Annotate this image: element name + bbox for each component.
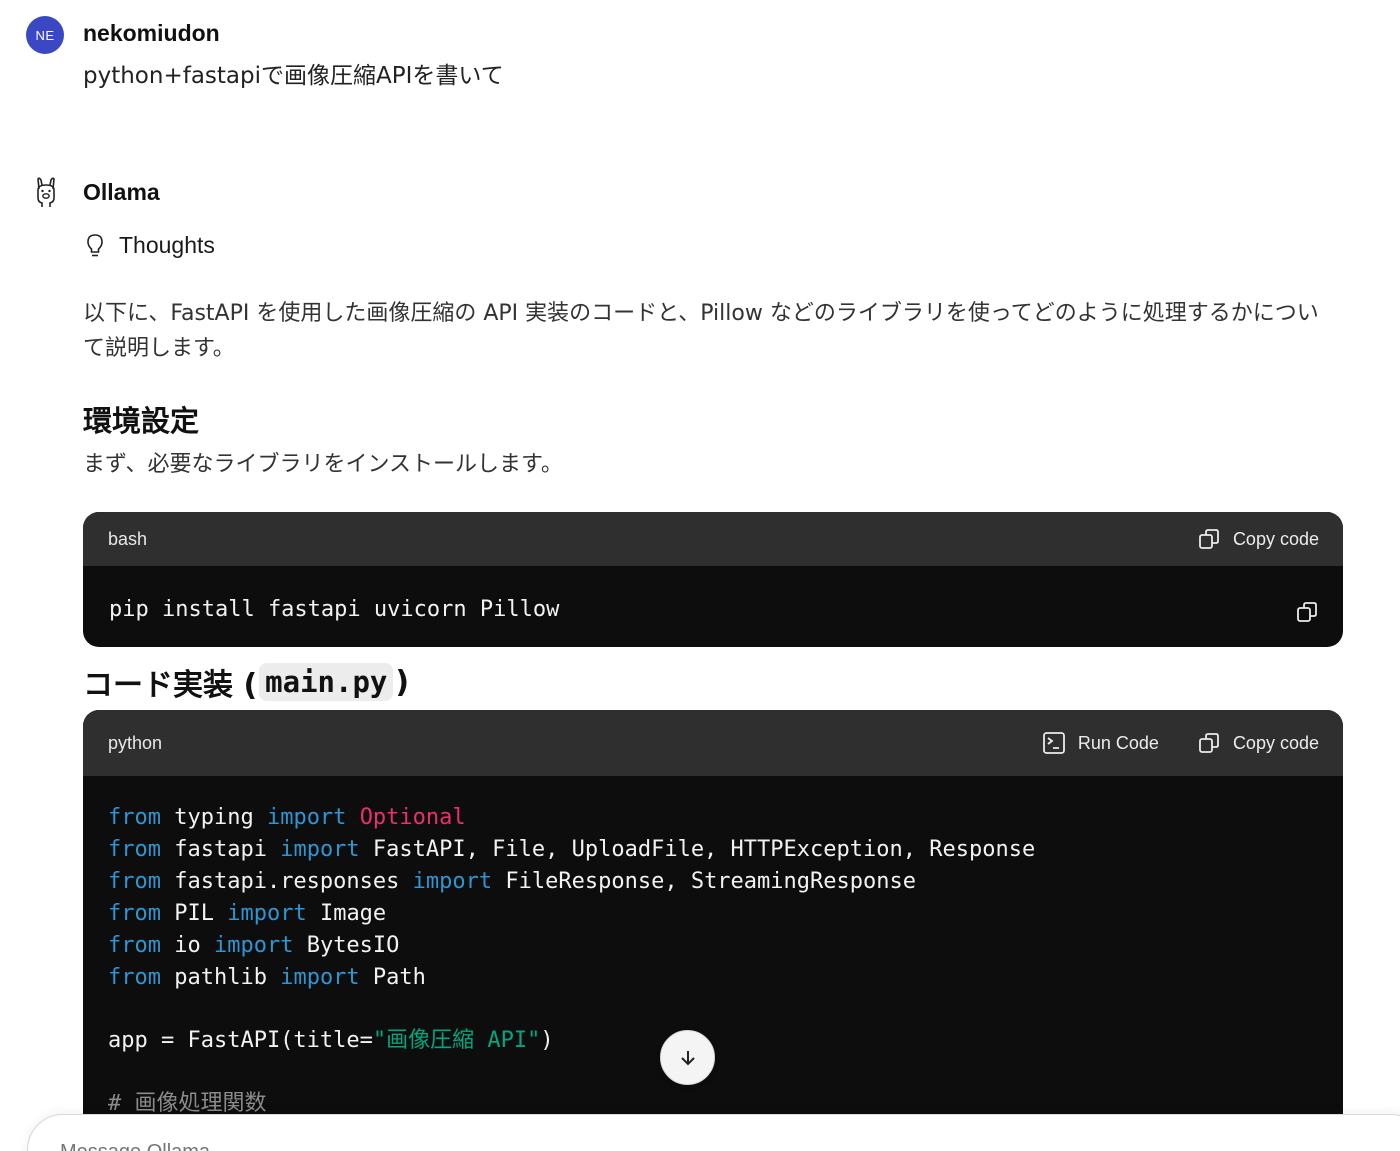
code-header: bash Copy code: [83, 512, 1343, 566]
code-heading-close: ): [395, 664, 410, 700]
message-input[interactable]: [60, 1141, 760, 1151]
copy-icon: [1199, 529, 1219, 549]
lightbulb-icon: [87, 233, 103, 256]
thoughts-label: Thoughts: [119, 232, 215, 258]
code-token: Image: [306, 901, 387, 926]
assistant-name: Ollama: [83, 179, 160, 205]
run-code-button[interactable]: Run Code: [1042, 731, 1159, 755]
thoughts-toggle[interactable]: Thoughts: [85, 232, 215, 259]
code-token: ): [540, 1028, 554, 1053]
code-line: app = FastAPI(title="画像圧縮 API"): [108, 1025, 1343, 1057]
code-class-name: Optional: [359, 805, 466, 830]
code-keyword: import: [412, 869, 493, 894]
code-token: fastapi: [160, 837, 281, 862]
code-line: from PIL import Image: [108, 898, 1343, 930]
code-header: python Run Code Copy code: [83, 710, 1343, 776]
code-line: pip install fastapi uvicorn Pillow: [109, 597, 560, 622]
copy-code-label: Copy code: [1232, 528, 1319, 549]
code-line: from pathlib import Path: [108, 962, 1343, 994]
bash-code-block: bash Copy code pip install fastapi uvico…: [83, 512, 1343, 647]
code-actions: Run Code Copy code: [1042, 731, 1319, 755]
copy-code-button[interactable]: Copy code: [1197, 527, 1319, 551]
code-keyword: from: [108, 869, 161, 894]
code-keyword: import: [227, 901, 307, 926]
user-message: python+fastapiで画像圧縮APIを書いて: [83, 63, 504, 89]
code-token: BytesIO: [293, 933, 400, 958]
code-language: python: [108, 732, 163, 753]
copy-icon: [1199, 733, 1219, 753]
code-keyword: import: [280, 965, 360, 990]
inline-code-filename: main.py: [259, 663, 394, 701]
code-line: from fastapi.responses import FileRespon…: [108, 866, 1343, 898]
code-keyword: from: [108, 933, 161, 958]
code-token: io: [160, 933, 214, 958]
message-composer: [27, 1114, 1400, 1151]
code-token: FileResponse, StreamingResponse: [492, 869, 916, 894]
code-keyword: from: [108, 805, 161, 830]
arrow-down-icon: [680, 1050, 695, 1065]
scroll-to-bottom-button[interactable]: [660, 1030, 715, 1085]
code-string: "画像圧縮 API": [372, 1028, 541, 1053]
code-token: pathlib: [160, 965, 281, 990]
code-token: PIL: [160, 901, 228, 926]
code-language: bash: [108, 528, 148, 549]
code-token: fastapi.responses: [160, 869, 413, 894]
code-line: from typing import Optional: [108, 802, 1343, 834]
code-heading: コード実装 ( main.py ): [83, 660, 409, 704]
intro-paragraph: 以下に、FastAPI を使用した画像圧縮の API 実装のコードと、Pillo…: [83, 301, 1319, 361]
user-avatar: NE: [26, 16, 64, 54]
env-paragraph: まず、必要なライブラリをインストールします。: [83, 452, 563, 477]
copy-code-button[interactable]: Copy code: [1197, 731, 1319, 755]
code-token: Path: [359, 965, 426, 990]
copy-code-label: Copy code: [1232, 732, 1319, 753]
code-keyword: import: [266, 805, 347, 830]
code-keyword: import: [280, 837, 360, 862]
copy-icon[interactable]: [1295, 600, 1319, 624]
code-content: from typing import Optional from fastapi…: [83, 776, 1343, 1120]
code-line: from fastapi import FastAPI, File, Uploa…: [108, 834, 1343, 866]
env-heading: 環境設定: [83, 404, 200, 438]
terminal-icon: [1042, 732, 1065, 754]
run-code-label: Run Code: [1077, 732, 1159, 753]
ollama-llama-icon: [37, 177, 55, 207]
code-token: FastAPI, File, UploadFile, HTTPException…: [359, 837, 1036, 862]
code-content: pip install fastapi uvicorn Pillow: [83, 566, 1343, 647]
code-token: app = FastAPI(title=: [108, 1028, 373, 1053]
code-keyword: import: [213, 933, 294, 958]
code-token: typing: [160, 805, 267, 830]
user-name: nekomiudon: [83, 20, 220, 46]
code-heading-text: コード実装 (: [83, 668, 258, 703]
code-keyword: from: [108, 965, 161, 990]
code-keyword: from: [108, 901, 161, 926]
code-line: from io import BytesIO: [108, 930, 1343, 962]
python-code-block: python Run Code Copy code from typing im…: [83, 710, 1343, 1151]
code-keyword: from: [108, 837, 161, 862]
